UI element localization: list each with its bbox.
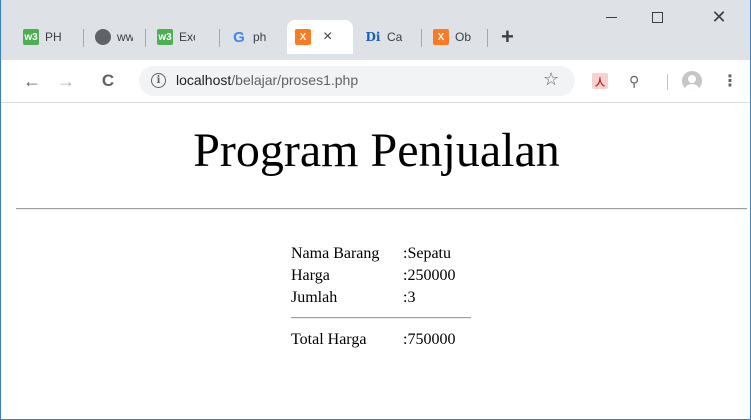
avatar-icon	[682, 71, 702, 91]
new-tab-button[interactable]: +	[501, 24, 514, 50]
page-content: Program Penjualan Nama Barang :Sepatu Ha…	[1, 103, 750, 419]
w3schools-icon: w3	[23, 29, 39, 45]
forward-arrow-icon: →	[57, 70, 75, 91]
forward-button[interactable]: →	[55, 70, 77, 92]
menu-button[interactable]: ⋮	[719, 70, 741, 92]
row-value: :Sepatu	[403, 245, 451, 262]
total-table: Total Harga :750000	[291, 329, 455, 351]
tab-separator	[83, 29, 84, 47]
tab-separator	[487, 29, 488, 47]
browser-toolbar: ← → C i localhost/belajar/proses1.php ☆ …	[1, 60, 750, 103]
total-value: :750000	[403, 331, 456, 348]
close-tab-icon[interactable]: ×	[323, 28, 332, 46]
tab-title: ww	[117, 30, 133, 44]
back-arrow-icon: ←	[23, 70, 41, 91]
profile-button[interactable]	[681, 70, 703, 92]
dictionary-icon: Di	[365, 30, 381, 44]
row-value: :3	[403, 289, 416, 306]
xampp-icon: X	[433, 29, 449, 45]
row-label: Jumlah	[291, 289, 338, 306]
page-title: Program Penjualan	[193, 124, 560, 177]
table-row: Nama Barang :Sepatu	[291, 243, 455, 265]
tab-title: Ob	[455, 30, 471, 44]
back-button[interactable]: ←	[21, 70, 43, 92]
pdf-extension-button[interactable]: 人	[589, 70, 611, 92]
minimize-button[interactable]	[588, 0, 634, 34]
table-row: Jumlah :3	[291, 287, 455, 309]
tab-title: ph	[253, 30, 267, 44]
tab-ob[interactable]: X Ob	[425, 20, 487, 54]
search-extension-button[interactable]: ⚲	[623, 70, 645, 92]
kebab-menu-icon: ⋮	[722, 72, 738, 90]
bookmark-star-icon[interactable]: ☆	[543, 69, 559, 90]
google-icon: G	[233, 28, 245, 46]
maximize-button[interactable]	[634, 0, 680, 34]
browser-window: w3 PH ww w3 Exe G ph X × Di Ca X Ob	[0, 0, 751, 420]
tab-separator	[219, 29, 220, 47]
tab-php[interactable]: w3 PH	[15, 20, 83, 54]
tab-separator	[145, 29, 146, 47]
xampp-icon: X	[295, 29, 311, 45]
w3schools-icon: w3	[157, 29, 173, 45]
total-divider	[291, 317, 471, 319]
globe-icon	[95, 29, 111, 45]
reload-icon: C	[101, 71, 115, 90]
url-host: localhost	[176, 72, 232, 88]
table-row: Harga :250000	[291, 265, 455, 287]
tab-title: PH	[45, 30, 61, 44]
total-label: Total Harga	[291, 331, 367, 348]
details-table: Nama Barang :Sepatu Harga :250000 Jumlah…	[291, 243, 455, 309]
close-icon: ✕	[711, 6, 727, 27]
total-row: Total Harga :750000	[291, 329, 455, 351]
row-value: :250000	[403, 267, 456, 284]
tab-google[interactable]: G ph	[223, 20, 283, 54]
row-label: Harga	[291, 267, 330, 284]
close-window-button[interactable]: ✕	[696, 0, 742, 34]
horizontal-rule	[16, 208, 747, 210]
info-icon[interactable]: i	[151, 73, 166, 88]
tab-title: Exe	[179, 30, 195, 44]
maximize-icon	[651, 11, 663, 23]
search-extension-icon: ⚲	[628, 72, 640, 89]
address-bar[interactable]: i localhost/belajar/proses1.php ☆	[139, 66, 575, 96]
url-path: /belajar/proses1.php	[231, 72, 359, 88]
tab-active[interactable]: X ×	[287, 20, 353, 54]
reload-button[interactable]: C	[97, 70, 119, 92]
toolbar-divider	[667, 74, 668, 90]
tab-exercise[interactable]: w3 Exe	[149, 20, 217, 54]
pdf-extension-icon: 人	[592, 73, 608, 89]
minimize-icon	[605, 16, 617, 18]
url-text[interactable]: localhost/belajar/proses1.php	[176, 72, 358, 88]
tab-title: Ca	[387, 30, 403, 44]
sales-result: Nama Barang :Sepatu Harga :250000 Jumlah…	[291, 243, 471, 351]
tab-separator	[421, 29, 422, 47]
tab-dictionary[interactable]: Di Ca	[357, 20, 419, 54]
tab-strip: w3 PH ww w3 Exe G ph X × Di Ca X Ob	[1, 0, 750, 60]
row-label: Nama Barang	[291, 245, 380, 262]
